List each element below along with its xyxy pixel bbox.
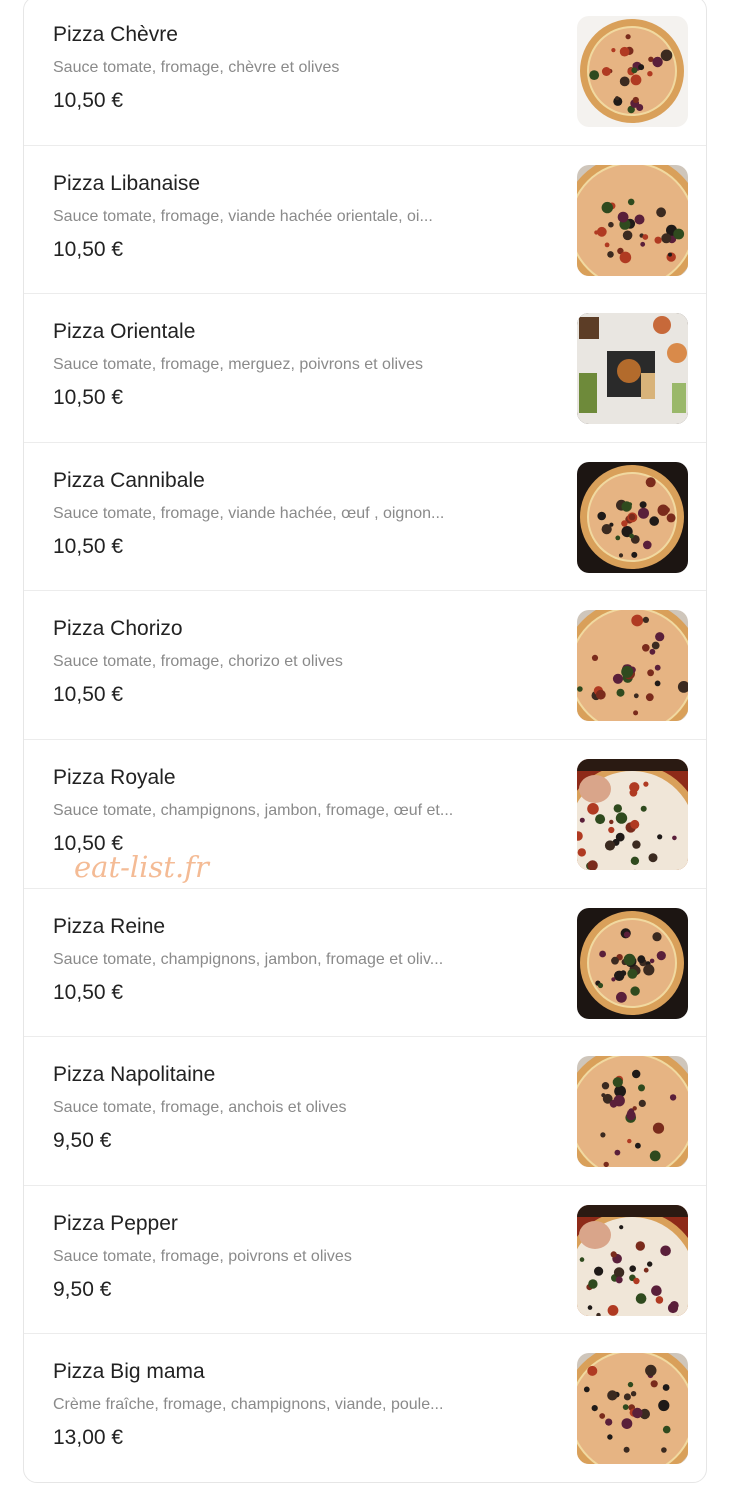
menu-item[interactable]: Pizza Napolitaine Sauce tomate, fromage,… xyxy=(24,1037,706,1186)
pizza-chevre-photo[interactable] xyxy=(577,16,688,127)
menu-list: Pizza Chèvre Sauce tomate, fromage, chèv… xyxy=(23,0,707,1483)
item-price: 10,50 € xyxy=(53,534,124,558)
item-price: 10,50 € xyxy=(53,683,124,707)
item-description: Sauce tomate, fromage, merguez, poivrons… xyxy=(53,356,423,374)
pizza-royale-photo[interactable] xyxy=(577,758,688,870)
item-description: Sauce tomate, champignons, jambon, froma… xyxy=(53,950,444,968)
item-price: 10,50 € xyxy=(53,89,124,112)
item-name: Pizza Chèvre xyxy=(53,23,178,46)
item-name: Pizza Napolitaine xyxy=(53,1063,216,1087)
item-description: Sauce tomate, champignons, jambon, froma… xyxy=(53,801,454,819)
item-price: 13,00 € xyxy=(53,1426,124,1450)
watermark: eat-list.fr xyxy=(74,850,209,884)
item-price: 10,50 € xyxy=(53,980,124,1004)
pizza-libanaise-photo[interactable] xyxy=(577,164,688,276)
pizza-cannibale-photo[interactable] xyxy=(577,461,688,573)
item-name: Pizza Orientale xyxy=(53,320,196,344)
pizza-big-mama-photo[interactable] xyxy=(577,1353,688,1465)
item-name: Pizza Libanaise xyxy=(53,171,201,195)
item-name: Pizza Big mama xyxy=(53,1360,205,1384)
menu-item[interactable]: Pizza Chorizo Sauce tomate, fromage, cho… xyxy=(24,591,706,740)
menu-item[interactable]: Pizza Libanaise Sauce tomate, fromage, v… xyxy=(24,146,706,295)
item-description: Sauce tomate, fromage, viande hachée ori… xyxy=(53,207,433,225)
item-price: 9,50 € xyxy=(53,1129,112,1153)
item-description: Sauce tomate, fromage, chorizo et olives xyxy=(53,653,343,671)
pizza-pepper-photo[interactable] xyxy=(577,1204,688,1316)
item-name: Pizza Cannibale xyxy=(53,468,205,492)
item-name: Pizza Reine xyxy=(53,914,166,938)
item-name: Pizza Chorizo xyxy=(53,617,183,641)
item-description: Sauce tomate, fromage, viande hachée, œu… xyxy=(53,504,445,522)
item-description: Sauce tomate, fromage, poivrons et olive… xyxy=(53,1247,352,1265)
pizza-reine-photo[interactable] xyxy=(577,907,688,1019)
item-description: Sauce tomate, fromage, anchois et olives xyxy=(53,1099,347,1117)
item-name: Pizza Royale xyxy=(53,765,176,789)
item-price: 10,50 € xyxy=(53,386,124,410)
menu-item[interactable]: Pizza Big mama Crème fraîche, fromage, c… xyxy=(24,1334,706,1482)
menu-item[interactable]: Pizza Orientale Sauce tomate, fromage, m… xyxy=(24,294,706,443)
menu-item[interactable]: Pizza Pepper Sauce tomate, fromage, poiv… xyxy=(24,1186,706,1335)
item-price: 10,50 € xyxy=(53,237,124,261)
menu-page: Pizza Chèvre Sauce tomate, fromage, chèv… xyxy=(0,0,732,1500)
item-name: Pizza Pepper xyxy=(53,1211,178,1235)
item-description: Sauce tomate, fromage, chèvre et olives xyxy=(53,59,340,76)
food-spread-photo[interactable] xyxy=(577,313,688,425)
pizza-chorizo-photo[interactable] xyxy=(577,610,688,722)
menu-item[interactable]: Pizza Reine Sauce tomate, champignons, j… xyxy=(24,889,706,1038)
pizza-napolitaine-photo[interactable] xyxy=(577,1056,688,1168)
item-description: Crème fraîche, fromage, champignons, via… xyxy=(53,1396,444,1414)
menu-item[interactable]: Pizza Chèvre Sauce tomate, fromage, chèv… xyxy=(24,0,706,146)
item-price: 9,50 € xyxy=(53,1277,112,1301)
menu-item[interactable]: Pizza Cannibale Sauce tomate, fromage, v… xyxy=(24,443,706,592)
